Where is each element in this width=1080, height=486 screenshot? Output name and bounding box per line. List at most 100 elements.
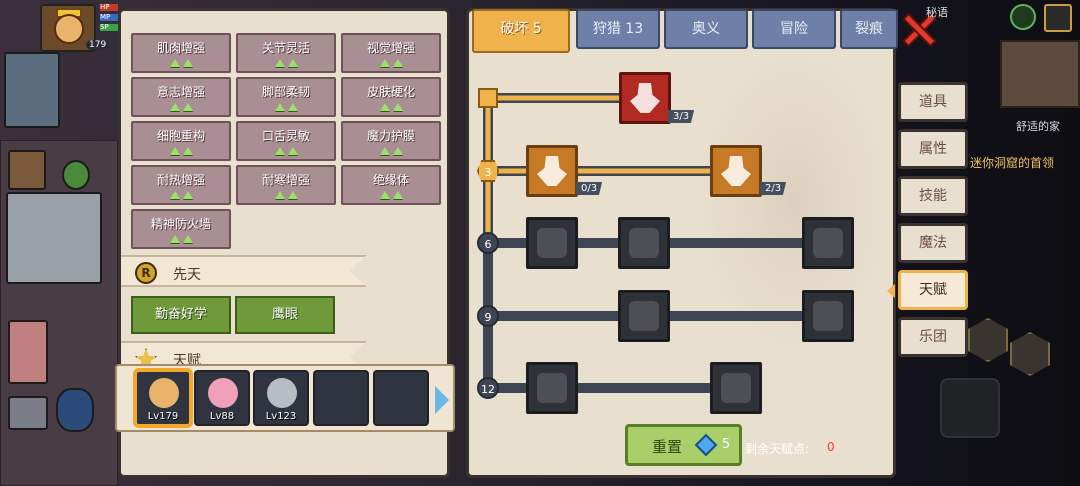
body-node[interactable] — [526, 145, 578, 197]
beast-node[interactable] — [802, 290, 854, 342]
arrow-burst-icon — [721, 156, 751, 186]
tab-mystic[interactable]: 奥义 — [664, 9, 748, 49]
next-arrow-icon[interactable] — [435, 386, 449, 414]
network-globe-icon[interactable] — [1010, 4, 1036, 30]
rank-arrow-icon — [169, 103, 180, 111]
trait-rank-indicator — [274, 147, 298, 155]
wand-node[interactable] — [802, 217, 854, 269]
rune-r-icon: R — [135, 262, 157, 284]
trait-cell[interactable]: 魔力护膜 — [341, 121, 441, 161]
trait-name: 细胞重构 — [156, 129, 205, 143]
rank-arrow-icon — [182, 147, 193, 155]
trait-rank-indicator — [379, 147, 403, 155]
sp-bar: SP — [100, 24, 118, 31]
rank-arrow-icon — [379, 147, 390, 155]
tab-hunt[interactable]: 狩猎 13 — [576, 9, 660, 49]
trait-cell[interactable]: 精神防火墙 — [131, 209, 231, 249]
rank-arrow-icon — [169, 191, 180, 199]
location-label: 舒适的家 — [1016, 120, 1060, 133]
trait-cell[interactable]: 视觉增强 — [341, 33, 441, 73]
side-tab-skills[interactable]: 技能 — [898, 176, 968, 216]
trait-cell[interactable]: 耐寒增强 — [236, 165, 336, 205]
side-tab-attributes[interactable]: 属性 — [898, 129, 968, 169]
arrow-node[interactable] — [710, 145, 762, 197]
quest-text[interactable]: 迷你洞窟的首领 — [970, 154, 1054, 171]
side-tab-band[interactable]: 乐团 — [898, 317, 968, 357]
hero-2-level: Lv88 — [209, 411, 235, 422]
rank-arrow-icon — [287, 191, 298, 199]
innate-section-header: R 先天 — [121, 255, 367, 287]
trait-cell[interactable]: 脚部柔韧 — [236, 77, 336, 117]
hp-bar: HP — [100, 4, 118, 11]
trait-name: 脚部柔韧 — [261, 85, 310, 99]
trait-cell[interactable]: 口舌灵敏 — [236, 121, 336, 161]
trait-rank-indicator — [169, 235, 193, 243]
innate-trait-eagle-eye[interactable]: 鹰眼 — [235, 296, 335, 334]
rank-arrow-icon — [274, 191, 285, 199]
minimap[interactable] — [1000, 40, 1080, 108]
hero-slot-empty-1[interactable] — [313, 370, 369, 426]
trait-cell[interactable]: 关节灵活 — [236, 33, 336, 73]
bow-weapon-icon[interactable] — [940, 378, 1000, 438]
tab-adventure[interactable]: 冒险 — [752, 9, 836, 49]
fist-punch-node[interactable] — [618, 217, 670, 269]
arrow-node-count: 2/3 — [760, 182, 787, 195]
hero-selector-bar: Lv179 Lv88 Lv123 — [115, 364, 455, 432]
trait-rank-indicator — [274, 103, 298, 111]
trait-cell[interactable]: 耐热增强 — [131, 165, 231, 205]
trait-cell[interactable]: 绝缘体 — [341, 165, 441, 205]
hero-3-portrait — [267, 378, 297, 408]
trait-rank-indicator — [379, 191, 403, 199]
trait-rank-indicator — [169, 59, 193, 67]
trait-name: 耐寒增强 — [261, 173, 310, 187]
exit-icon[interactable] — [1044, 4, 1072, 32]
top-right-label: 秘语 — [926, 6, 948, 19]
armchair — [4, 52, 60, 128]
reset-cost: 5 — [722, 437, 731, 452]
diamond-gem-icon — [694, 433, 718, 457]
shelf — [8, 150, 46, 190]
rank-arrow-icon — [182, 59, 193, 67]
cards-node[interactable] — [526, 217, 578, 269]
rank-arrow-icon — [287, 103, 298, 111]
trait-rank-indicator — [169, 103, 193, 111]
side-tab-magic[interactable]: 魔法 — [898, 223, 968, 263]
wand-spark-icon — [813, 228, 843, 258]
arm-wrestle-node[interactable] — [619, 72, 671, 124]
tab-destroy[interactable]: 破坏 5 — [472, 9, 570, 53]
tier-badge-3: 3 — [477, 160, 499, 182]
innate-section-label: 先天 — [173, 267, 201, 283]
bandaged-fist-icon — [721, 373, 751, 403]
hero-face-icon — [54, 14, 84, 44]
side-tab-items[interactable]: 道具 — [898, 82, 968, 122]
trait-name: 口舌灵敏 — [261, 129, 310, 143]
trait-cell[interactable]: 皮肤硬化 — [341, 77, 441, 117]
trait-rank-indicator — [169, 191, 193, 199]
trait-cell[interactable]: 肌肉增强 — [131, 33, 231, 73]
hero-slot-1[interactable]: Lv179 — [135, 370, 191, 426]
muscle-body-icon — [537, 156, 567, 186]
trait-cell[interactable]: 细胞重构 — [131, 121, 231, 161]
trait-name: 精神防火墙 — [150, 217, 211, 231]
tree-root — [478, 88, 498, 108]
ripple-node[interactable] — [618, 290, 670, 342]
tab-rift[interactable]: 裂痕 — [840, 9, 898, 49]
innate-trait-diligent[interactable]: 勤奋好学 — [131, 296, 231, 334]
player-level-badge: 179 — [86, 40, 110, 50]
bandaged-fist-node[interactable] — [710, 362, 762, 414]
side-tab-talent[interactable]: 天赋 — [898, 270, 968, 310]
raised-fist-node[interactable] — [526, 362, 578, 414]
trait-name: 视觉增强 — [366, 41, 415, 55]
remaining-points-value: 0 — [827, 440, 835, 454]
hero-slot-3[interactable]: Lv123 — [253, 370, 309, 426]
rank-arrow-icon — [287, 59, 298, 67]
hero-slot-empty-2[interactable] — [373, 370, 429, 426]
rank-arrow-icon — [379, 59, 390, 67]
hero-slot-2[interactable]: Lv88 — [194, 370, 250, 426]
trait-name: 耐热增强 — [156, 173, 205, 187]
body-node-count: 0/3 — [576, 182, 603, 195]
trait-cell[interactable]: 意志增强 — [131, 77, 231, 117]
potted-plant — [62, 160, 90, 190]
reset-button[interactable]: 重置 5 — [625, 424, 742, 466]
beast-claw-icon — [813, 301, 843, 331]
